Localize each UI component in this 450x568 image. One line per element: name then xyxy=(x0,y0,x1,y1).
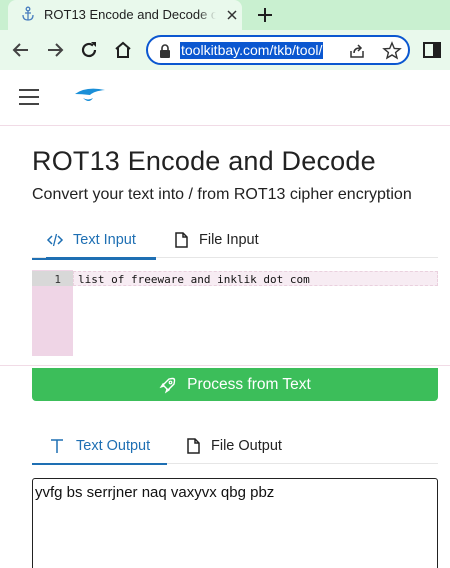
back-arrow-icon[interactable] xyxy=(10,39,32,61)
tab-text-input-label: Text Input xyxy=(73,232,136,248)
text-icon xyxy=(51,439,63,453)
file-icon xyxy=(187,438,200,454)
input-tabs: Text Input File Input xyxy=(32,222,438,259)
tab-text-output[interactable]: Text Output xyxy=(32,428,167,465)
line-number: 1 xyxy=(54,273,61,286)
hamburger-menu-icon[interactable] xyxy=(18,88,40,106)
tab-file-input-label: File Input xyxy=(199,232,259,248)
gutter-active-line: 1 xyxy=(32,271,73,286)
code-icon xyxy=(46,233,64,247)
tab-file-output-label: File Output xyxy=(211,438,282,454)
close-icon[interactable] xyxy=(224,7,240,23)
output-text[interactable]: yvfg bs serrjner naq vaxyvx qbg pbz xyxy=(35,484,274,501)
side-panel-icon[interactable] xyxy=(422,40,442,60)
file-icon xyxy=(175,232,188,248)
browser-tab-strip: ROT13 Encode and Decode o xyxy=(0,0,450,30)
site-header xyxy=(0,70,450,126)
output-tabs: Text Output File Output xyxy=(32,428,438,465)
tab-file-output[interactable]: File Output xyxy=(184,428,282,464)
rocket-icon xyxy=(159,377,176,393)
process-button-label: Process from Text xyxy=(187,375,311,393)
code-editor[interactable]: 1 list of freeware and inklik dot com xyxy=(32,270,438,356)
editor-text[interactable]: list of freeware and inklik dot com xyxy=(78,273,310,286)
reload-icon[interactable] xyxy=(78,39,100,61)
share-icon[interactable] xyxy=(348,42,366,60)
tab-file-input[interactable]: File Input xyxy=(172,222,259,258)
anchor-favicon-icon xyxy=(22,6,34,21)
divider xyxy=(0,365,450,366)
editor-active-line[interactable]: list of freeware and inklik dot com xyxy=(73,271,438,286)
address-url[interactable]: toolkitbay.com/tkb/tool/ xyxy=(180,42,324,59)
forward-arrow-icon[interactable] xyxy=(44,39,66,61)
active-tab-underline xyxy=(32,258,156,260)
tab-text-output-label: Text Output xyxy=(76,438,151,454)
new-tab-plus-icon[interactable] xyxy=(255,5,275,25)
page-title: ROT13 Encode and Decode xyxy=(32,146,376,176)
lock-icon[interactable] xyxy=(158,43,172,59)
browser-tab[interactable]: ROT13 Encode and Decode o xyxy=(8,0,242,30)
browser-toolbar: toolkitbay.com/tkb/tool/ xyxy=(0,30,450,70)
output-textarea[interactable]: yvfg bs serrjner naq vaxyvx qbg pbz xyxy=(32,478,438,568)
bookmark-star-icon[interactable] xyxy=(382,41,402,61)
browser-tab-title: ROT13 Encode and Decode o xyxy=(44,7,216,22)
tab-text-input[interactable]: Text Input xyxy=(46,222,156,259)
process-from-text-button[interactable]: Process from Text xyxy=(32,368,438,401)
page-subtitle: Convert your text into / from ROT13 ciph… xyxy=(32,186,412,203)
site-logo-icon[interactable] xyxy=(72,84,108,108)
home-icon[interactable] xyxy=(112,39,134,61)
address-bar[interactable]: toolkitbay.com/tkb/tool/ xyxy=(146,35,410,65)
